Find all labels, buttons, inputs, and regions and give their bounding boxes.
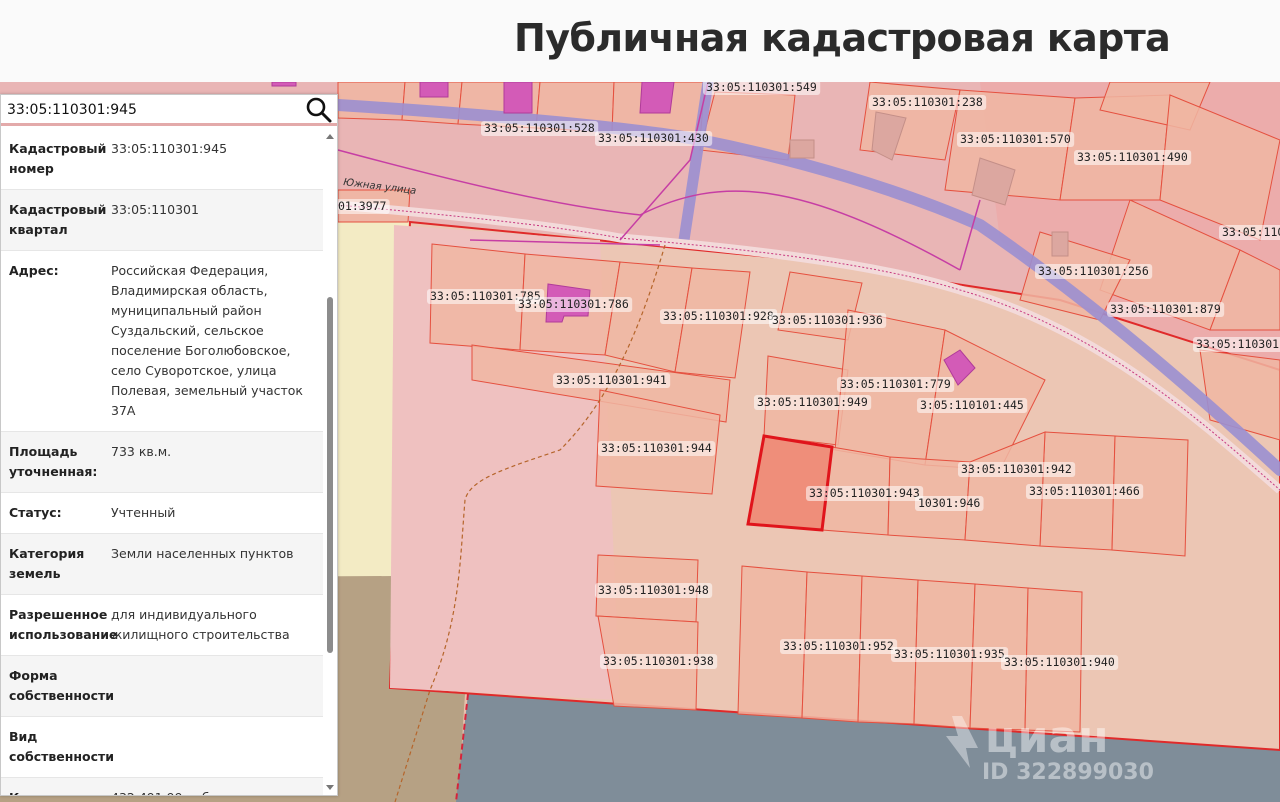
info-key: Статус: xyxy=(9,505,62,520)
parcel-label[interactable]: 33:05:110301:942 xyxy=(961,462,1072,476)
watermark-brand: циан xyxy=(985,712,1109,763)
scrollbar-thumb[interactable] xyxy=(327,297,333,653)
info-value: Учтенный xyxy=(111,505,176,520)
building-shape xyxy=(1051,231,1069,257)
parcel-label[interactable]: 33:05:110301:549 xyxy=(706,82,817,94)
info-value: 33:05:110301:945 xyxy=(111,141,228,156)
parcel-label[interactable]: 33:05:110301:430 xyxy=(598,131,709,145)
parcel-label[interactable]: 33:05:110301:948 xyxy=(598,583,709,597)
header: Публичная кадастровая карта xyxy=(0,0,1280,82)
info-key: Разрешенное использование xyxy=(9,607,118,642)
parcel-label[interactable]: 33:05:110301:490 xyxy=(1077,150,1188,164)
parcel-label[interactable]: 33:05:110301:949 xyxy=(757,395,868,409)
info-value: 432 491,99 руб. xyxy=(111,788,317,795)
parcel-label[interactable]: 33:05:110301:528 xyxy=(484,121,595,135)
parcel-label[interactable]: 01:3977 xyxy=(338,199,387,213)
parcel-label[interactable]: 33:05:110301:466 xyxy=(1029,484,1140,498)
info-row: Площадь уточненная: 733 кв.м. xyxy=(1,432,325,493)
info-row: Форма собственности xyxy=(1,656,325,717)
scroll-down-arrow-icon[interactable] xyxy=(326,785,334,790)
search-input[interactable] xyxy=(1,95,297,124)
building-shape xyxy=(271,82,297,87)
parcel-label[interactable]: 33:05:110301:952 xyxy=(783,639,894,653)
info-panel: Кадастровый номер33:05:110301:945Кадастр… xyxy=(0,94,338,796)
info-value: 733 кв.м. xyxy=(111,444,172,459)
info-key: Кадастровый номер xyxy=(9,141,107,176)
info-key: Кадастровый квартал xyxy=(9,202,107,237)
cian-logo-icon xyxy=(946,716,978,768)
info-value xyxy=(111,666,317,706)
search-bar xyxy=(1,95,337,126)
info-value: Земли населенных пунктов xyxy=(111,546,294,561)
search-icon xyxy=(306,97,332,123)
info-row: Кадастровая стоимость432 491,99 руб. xyxy=(1,778,325,795)
info-value xyxy=(111,727,317,767)
parcel-label[interactable]: 33:05:110301:928 xyxy=(663,309,774,323)
parcel-label[interactable]: 33:05:110301:943 xyxy=(809,486,920,500)
parcel-label[interactable]: 33:05:110301:940 xyxy=(1004,655,1115,669)
scroll-up-arrow-icon[interactable] xyxy=(326,134,334,139)
scrollbar[interactable] xyxy=(323,129,337,795)
info-row: Кадастровый квартал 33:05:110301 xyxy=(1,190,325,251)
parcel-label[interactable]: 3:05:110101:445 xyxy=(920,398,1024,412)
info-value: для индивидуального жилищного строительс… xyxy=(111,607,290,642)
building-shape xyxy=(639,82,675,114)
info-value: Российская Федерация, Владимирская облас… xyxy=(111,263,303,418)
building-shape xyxy=(503,82,533,114)
watermark-id: ID 322899030 xyxy=(982,760,1154,785)
parcel-label[interactable]: 33:05:110301:9 xyxy=(1196,337,1280,351)
search-button[interactable] xyxy=(305,96,333,124)
parcel-label[interactable]: 33:05:110301:256 xyxy=(1038,264,1149,278)
parcel-label[interactable]: 33:05:110301:944 xyxy=(601,441,712,455)
parcel-label[interactable]: 33:05:110301:941 xyxy=(556,373,667,387)
page-title: Публичная кадастровая карта xyxy=(514,16,1171,60)
info-key: Адрес: xyxy=(9,263,59,278)
info-row: Категория земель Земли населенных пунктов xyxy=(1,534,325,595)
parcel-label[interactable]: 33:05:110301:238 xyxy=(872,95,983,109)
parcel-label[interactable]: 33:05:110301:879 xyxy=(1110,302,1221,316)
parcel-label[interactable]: 33:05:110301:938 xyxy=(603,654,714,668)
parcel-label[interactable]: 33:05:110301:936 xyxy=(772,313,883,327)
parcel-label[interactable]: 33:05:110301:779 xyxy=(840,377,951,391)
parcel-label[interactable]: 33:05:110301:570 xyxy=(960,132,1071,146)
info-row: Разрешенное использование для индивидуаль… xyxy=(1,595,325,656)
info-row: Статус: Учтенный xyxy=(1,493,325,534)
info-key: Форма собственности xyxy=(9,668,115,703)
info-key: Площадь уточненная: xyxy=(9,444,98,479)
info-key: Категория земель xyxy=(9,546,85,581)
info-key: Кадастровая стоимость xyxy=(9,788,111,795)
building-shape xyxy=(789,139,815,159)
parcel-label[interactable]: 33:05:1103 xyxy=(1222,225,1280,239)
parcel-label[interactable]: 10301:946 xyxy=(918,496,980,510)
info-row: Кадастровый номер 33:05:110301:945 xyxy=(1,129,325,190)
building-shape xyxy=(419,82,449,98)
selected-parcel[interactable] xyxy=(746,434,834,532)
info-row: Адрес: Российская Федерация, Владимирская… xyxy=(1,251,325,432)
info-table: Кадастровый номер 33:05:110301:945 Кадастр… xyxy=(1,129,325,795)
parcel-label[interactable]: 33:05:110301:935 xyxy=(894,647,1005,661)
parcel-label[interactable]: 33:05:110301:786 xyxy=(518,297,629,311)
info-value: 33:05:110301 xyxy=(111,202,199,217)
info-row: Вид собственности xyxy=(1,717,325,778)
info-key: Вид собственности xyxy=(9,729,115,764)
